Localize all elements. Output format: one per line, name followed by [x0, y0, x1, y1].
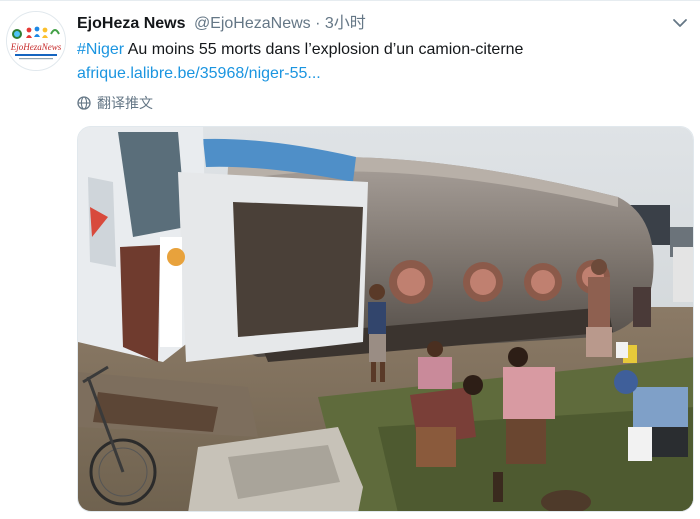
tweet-body: Au moins 55 morts dans l’explosion d’un … — [124, 41, 524, 58]
hashtag-link[interactable]: #Niger — [77, 41, 124, 58]
tweet-card[interactable]: EjoHezaNews EjoHeza News @EjoHezaNews · … — [0, 0, 700, 519]
globe-icon — [77, 96, 91, 110]
article-link[interactable]: afrique.lalibre.be/35968/niger-55... — [77, 65, 321, 82]
display-name[interactable]: EjoHeza News — [77, 15, 185, 32]
chevron-down-icon[interactable] — [672, 15, 688, 31]
avatar[interactable]: EjoHezaNews — [6, 11, 66, 71]
translate-button[interactable]: 翻译推文 — [77, 94, 153, 112]
logo-icon: EjoHezaNews — [7, 12, 65, 70]
tweet-header: EjoHeza News @EjoHezaNews · 3小时 — [77, 13, 660, 35]
tweet-photo[interactable] — [77, 126, 694, 512]
tweet-text: #Niger Au moins 55 morts dans l’explosio… — [77, 38, 686, 86]
overturned-tanker-photo — [78, 127, 693, 511]
timestamp[interactable]: 3小时 — [325, 15, 366, 32]
user-handle[interactable]: @EjoHezaNews — [194, 15, 311, 32]
translate-label: 翻译推文 — [97, 95, 153, 111]
avatar-text: EjoHezaNews — [10, 42, 62, 52]
separator-dot: · — [315, 15, 321, 32]
